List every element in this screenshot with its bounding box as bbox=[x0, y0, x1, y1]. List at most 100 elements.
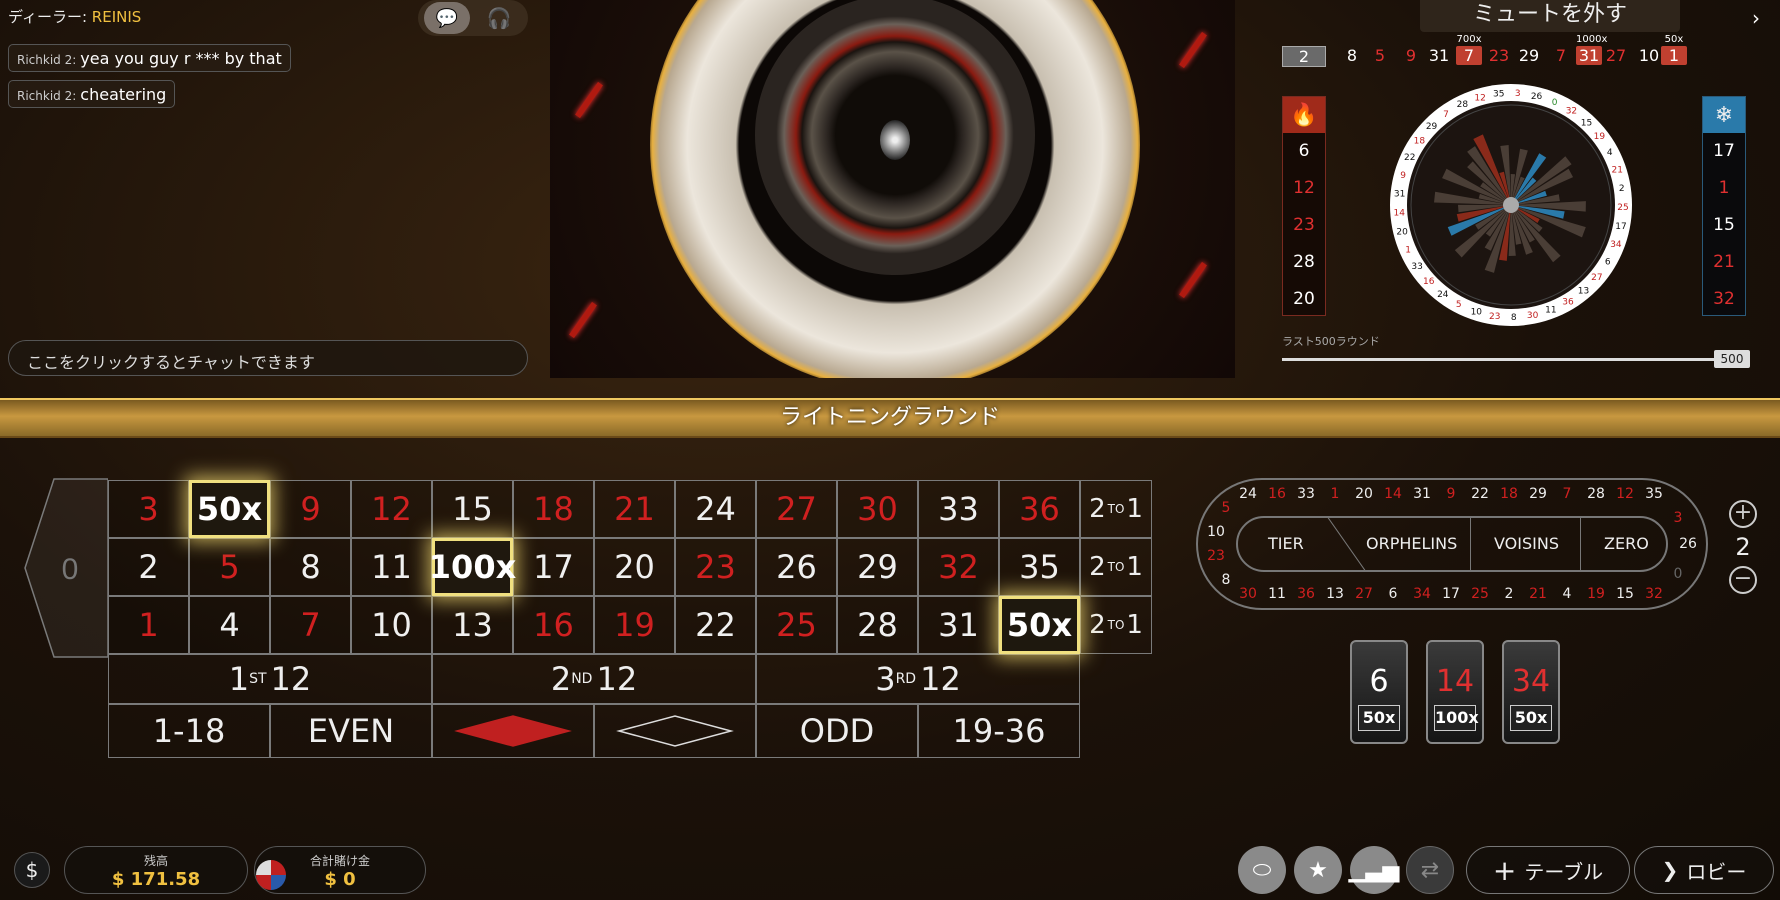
number-cell[interactable]: 24 bbox=[675, 480, 756, 538]
lobby-button[interactable]: ❯ ロビー bbox=[1634, 846, 1774, 894]
chat-bubble-icon[interactable]: 💬 bbox=[424, 2, 470, 34]
number-cell[interactable]: 22 bbox=[675, 596, 756, 654]
number-cell[interactable]: 25 bbox=[756, 596, 837, 654]
number-cell[interactable]: 15 bbox=[432, 480, 513, 538]
racetrack-number[interactable]: 3 bbox=[1666, 510, 1690, 526]
number-cell[interactable]: 28 bbox=[837, 596, 918, 654]
racetrack-section-orphelins[interactable]: ORPHELINS bbox=[1366, 534, 1457, 553]
racetrack-number[interactable]: 4 bbox=[1555, 586, 1579, 602]
racetrack-number[interactable]: 35 bbox=[1642, 486, 1666, 502]
racetrack-number[interactable]: 34 bbox=[1410, 586, 1434, 602]
number-cell[interactable]: 8 bbox=[270, 538, 351, 596]
racetrack-number[interactable]: 29 bbox=[1526, 486, 1550, 502]
red-bet[interactable] bbox=[432, 704, 594, 758]
racetrack-number[interactable]: 32 bbox=[1642, 586, 1666, 602]
even-bet[interactable]: EVEN bbox=[270, 704, 432, 758]
racetrack-number[interactable]: 28 bbox=[1584, 486, 1608, 502]
column-bet[interactable]: 2 TO 1 bbox=[1080, 596, 1152, 654]
racetrack-number[interactable]: 27 bbox=[1352, 586, 1376, 602]
racetrack-number[interactable]: 21 bbox=[1526, 586, 1550, 602]
number-cell[interactable]: 17 bbox=[513, 538, 594, 596]
minus-icon[interactable]: − bbox=[1729, 566, 1757, 594]
number-cell[interactable]: 12 bbox=[351, 480, 432, 538]
racetrack-number[interactable]: 22 bbox=[1468, 486, 1492, 502]
column-bet[interactable]: 2 TO 1 bbox=[1080, 480, 1152, 538]
chat-input[interactable]: ここをクリックするとチャットできます bbox=[8, 340, 528, 376]
headset-icon[interactable]: 🎧 bbox=[484, 6, 514, 30]
number-cell[interactable]: 1 bbox=[108, 596, 189, 654]
racetrack-section-zero[interactable]: ZERO bbox=[1604, 534, 1649, 553]
number-cell[interactable]: 7 bbox=[270, 596, 351, 654]
racetrack-number[interactable]: 16 bbox=[1265, 486, 1289, 502]
racetrack-number[interactable]: 15 bbox=[1613, 586, 1637, 602]
racetrack-number[interactable]: 5 bbox=[1214, 500, 1238, 516]
racetrack-number[interactable]: 2 bbox=[1497, 586, 1521, 602]
racetrack-toggle-icon[interactable]: ⬭ bbox=[1238, 846, 1286, 894]
racetrack-number[interactable]: 30 bbox=[1236, 586, 1260, 602]
racetrack-number[interactable]: 23 bbox=[1204, 548, 1228, 564]
unmute-button[interactable]: ミュートを外す bbox=[1420, 0, 1680, 32]
repeat-icon[interactable]: ⇄ bbox=[1406, 846, 1454, 894]
number-cell[interactable]: 20 bbox=[594, 538, 675, 596]
dollar-icon[interactable]: $ bbox=[14, 852, 50, 888]
number-cell[interactable]: 18 bbox=[513, 480, 594, 538]
racetrack-number[interactable]: 10 bbox=[1204, 524, 1228, 540]
rounds-slider-value[interactable]: 500 bbox=[1714, 350, 1750, 368]
number-cell[interactable]: 2 bbox=[108, 538, 189, 596]
racetrack-number[interactable]: 0 bbox=[1666, 566, 1690, 582]
racetrack-section-voisins[interactable]: VOISINS bbox=[1494, 534, 1559, 553]
racetrack-number[interactable]: 8 bbox=[1214, 572, 1238, 588]
racetrack-number[interactable]: 11 bbox=[1265, 586, 1289, 602]
lightning-multiplier-cell[interactable]: 50x bbox=[189, 480, 270, 538]
dozen-bet[interactable]: 3 RD 12 bbox=[756, 654, 1080, 704]
racetrack-number[interactable]: 18 bbox=[1497, 486, 1521, 502]
number-cell[interactable]: 5 bbox=[189, 538, 270, 596]
statistics-icon[interactable]: ▁▃▅ bbox=[1349, 846, 1399, 894]
column-bet[interactable]: 2 TO 1 bbox=[1080, 538, 1152, 596]
racetrack-number[interactable]: 17 bbox=[1439, 586, 1463, 602]
dozen-bet[interactable]: 1 ST 12 bbox=[108, 654, 432, 704]
racetrack-number[interactable]: 26 bbox=[1676, 536, 1700, 552]
number-cell[interactable]: 19 bbox=[594, 596, 675, 654]
number-cell[interactable]: 16 bbox=[513, 596, 594, 654]
number-cell[interactable]: 21 bbox=[594, 480, 675, 538]
number-cell[interactable]: 32 bbox=[918, 538, 999, 596]
number-cell[interactable]: 33 bbox=[918, 480, 999, 538]
racetrack-number[interactable]: 20 bbox=[1352, 486, 1376, 502]
number-cell[interactable]: 31 bbox=[918, 596, 999, 654]
racetrack-number[interactable]: 14 bbox=[1381, 486, 1405, 502]
racetrack-number[interactable]: 9 bbox=[1439, 486, 1463, 502]
number-cell[interactable]: 13 bbox=[432, 596, 513, 654]
racetrack-number[interactable]: 6 bbox=[1381, 586, 1405, 602]
racetrack-number[interactable]: 7 bbox=[1555, 486, 1579, 502]
racetrack-number[interactable]: 19 bbox=[1584, 586, 1608, 602]
dozen-bet[interactable]: 2 ND 12 bbox=[432, 654, 756, 704]
racetrack-number[interactable]: 12 bbox=[1613, 486, 1637, 502]
number-cell[interactable]: 30 bbox=[837, 480, 918, 538]
number-cell[interactable]: 23 bbox=[675, 538, 756, 596]
lightning-multiplier-cell[interactable]: 50x bbox=[999, 596, 1080, 654]
racetrack-number[interactable]: 36 bbox=[1294, 586, 1318, 602]
add-table-button[interactable]: + テーブル bbox=[1466, 846, 1630, 894]
rounds-slider[interactable] bbox=[1282, 358, 1750, 361]
racetrack-number[interactable]: 33 bbox=[1294, 486, 1318, 502]
number-cell[interactable]: 26 bbox=[756, 538, 837, 596]
low-bet[interactable]: 1-18 bbox=[108, 704, 270, 758]
racetrack-number[interactable]: 13 bbox=[1323, 586, 1347, 602]
number-cell[interactable]: 9 bbox=[270, 480, 351, 538]
racetrack-section-tier[interactable]: TIER bbox=[1268, 534, 1304, 553]
number-cell[interactable]: 11 bbox=[351, 538, 432, 596]
chevron-right-icon[interactable]: › bbox=[1752, 6, 1760, 30]
number-cell[interactable]: 10 bbox=[351, 596, 432, 654]
number-cell[interactable]: 29 bbox=[837, 538, 918, 596]
racetrack-number[interactable]: 24 bbox=[1236, 486, 1260, 502]
number-cell[interactable]: 35 bbox=[999, 538, 1080, 596]
black-bet[interactable] bbox=[594, 704, 756, 758]
number-cell[interactable]: 3 bbox=[108, 480, 189, 538]
odd-bet[interactable]: ODD bbox=[756, 704, 918, 758]
number-cell[interactable]: 36 bbox=[999, 480, 1080, 538]
number-cell[interactable]: 27 bbox=[756, 480, 837, 538]
high-bet[interactable]: 19-36 bbox=[918, 704, 1080, 758]
racetrack-number[interactable]: 25 bbox=[1468, 586, 1492, 602]
number-cell[interactable]: 4 bbox=[189, 596, 270, 654]
